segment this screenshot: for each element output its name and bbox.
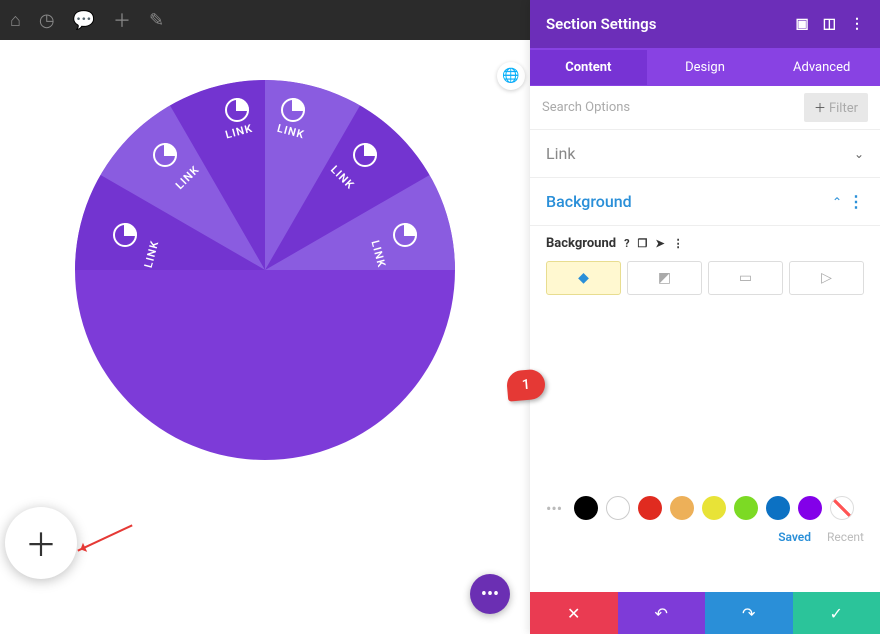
background-controls: Background ? ❐ ➤ ⋮ ◆ ◩ ▭ ▷ (530, 226, 880, 299)
save-button[interactable]: ✓ (793, 592, 880, 634)
swatch-none[interactable] (830, 496, 854, 520)
help-icon[interactable]: ? (624, 237, 629, 250)
swatch-orange[interactable] (670, 496, 694, 520)
dashboard-icon[interactable]: ◷ (39, 10, 55, 31)
more-icon[interactable]: ⋮ (850, 16, 864, 32)
radial-link-menu[interactable]: LINK LINK LINK LINK LINK LINK (75, 80, 455, 460)
bg-more-icon[interactable]: ⋮ (673, 237, 684, 250)
comment-icon[interactable]: 💬 (73, 10, 95, 31)
redo-button[interactable]: ↷ (705, 592, 793, 634)
palette-saved[interactable]: Saved (778, 530, 811, 544)
search-input[interactable]: Search Options (542, 100, 630, 115)
plus-icon[interactable]: ＋ (113, 7, 131, 33)
section-link-title: Link (546, 144, 575, 163)
panel-header: Section Settings ▣ ◫ ⋮ (530, 0, 880, 48)
annotation-arrow (77, 524, 132, 551)
expand-panel-icon[interactable]: ◫ (823, 16, 836, 32)
tab-content[interactable]: Content (530, 50, 647, 85)
undo-button[interactable]: ↶ (618, 592, 706, 634)
settings-panel: Section Settings ▣ ◫ ⋮ Content Design Ad… (530, 0, 880, 634)
section-background-title: Background (546, 192, 632, 211)
home-icon[interactable]: ⌂ (10, 10, 21, 31)
search-row: Search Options ＋ Filter (530, 86, 880, 130)
color-palette: ••• Saved Recent (546, 496, 864, 544)
panel-tabs: Content Design Advanced (530, 48, 880, 86)
swatch-purple[interactable] (798, 496, 822, 520)
swatch-green[interactable] (734, 496, 758, 520)
swatch-white[interactable] (606, 496, 630, 520)
bg-color-tab[interactable]: ◆ (546, 261, 621, 295)
hover-icon[interactable]: ➤ (655, 237, 664, 250)
chevron-up-icon: ⌃ (832, 195, 842, 209)
swatch-red[interactable] (638, 496, 662, 520)
responsive-icon[interactable]: ▣ (796, 16, 809, 32)
bg-image-tab[interactable]: ▭ (708, 261, 783, 295)
editor-canvas: 🌐 LINK LINK LINK LINK LINK LINK (0, 40, 530, 634)
swatch-yellow[interactable] (702, 496, 726, 520)
pencil-icon[interactable]: ✎ (149, 10, 164, 31)
palette-more-icon[interactable]: ••• (546, 499, 562, 518)
add-section-button[interactable]: ＋ (5, 507, 77, 579)
globe-icon[interactable]: 🌐 (497, 62, 525, 90)
swatch-black[interactable] (574, 496, 598, 520)
cancel-button[interactable]: ✕ (530, 592, 618, 634)
section-more-icon[interactable]: ⋮ (848, 192, 864, 211)
tab-advanced[interactable]: Advanced (763, 50, 880, 85)
filter-button[interactable]: ＋ Filter (804, 93, 868, 122)
panel-footer: ✕ ↶ ↷ ✓ (530, 592, 880, 634)
palette-recent[interactable]: Recent (827, 530, 864, 544)
chevron-down-icon: ⌄ (854, 147, 864, 161)
swatch-blue[interactable] (766, 496, 790, 520)
expand-menu-button[interactable]: ••• (470, 574, 510, 614)
section-link[interactable]: Link ⌄ (530, 130, 880, 178)
section-background[interactable]: Background ⌃ ⋮ (530, 178, 880, 226)
background-label: Background (546, 236, 616, 251)
tab-design[interactable]: Design (647, 50, 764, 85)
bg-video-tab[interactable]: ▷ (789, 261, 864, 295)
bg-gradient-tab[interactable]: ◩ (627, 261, 702, 295)
device-icon[interactable]: ❐ (638, 237, 648, 250)
panel-title: Section Settings (546, 15, 656, 33)
